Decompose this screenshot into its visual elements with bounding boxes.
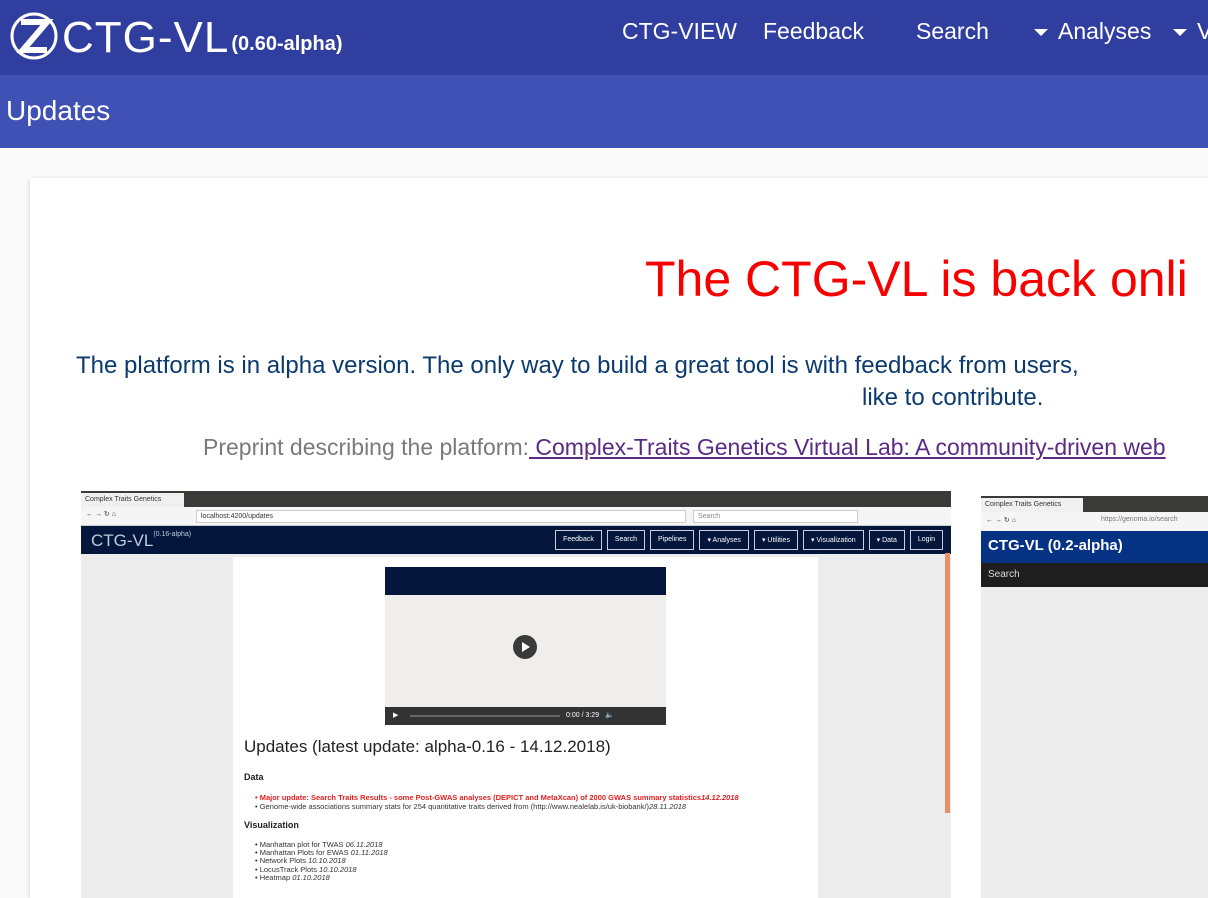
inner-nav-btn: ▾ Analyses <box>699 530 749 550</box>
version-label: (0.60-alpha) <box>231 33 343 55</box>
item-text: Major update: Search Traits Results - so… <box>259 793 702 802</box>
logo[interactable]: CTG-VL (0.60-alpha) <box>8 10 343 62</box>
url-bar: localhost:4200/updates <box>196 510 686 523</box>
item-text: Network Plots <box>259 856 309 865</box>
item-date: 10.10.2018 <box>308 856 346 865</box>
inner-nav-btn: ▾ Data <box>868 530 905 550</box>
screenshot-updates: Complex Traits Genetics ← → ↻ ⌂ localhost… <box>81 491 951 898</box>
caret-down-icon <box>1034 29 1048 37</box>
headline: The CTG-VL is back onli <box>645 251 1188 307</box>
updates-heading: Updates (latest update: alpha-0.16 - 14.… <box>244 737 611 756</box>
page-header: Updates <box>0 75 1208 148</box>
ctg-logo-icon <box>10 12 58 60</box>
nav-analyses-label: Analyses <box>1058 18 1152 44</box>
inner-version: (0.16-alpha) <box>153 531 192 538</box>
section-data: Data <box>244 772 264 782</box>
section-visualization: Visualization <box>244 820 299 830</box>
inner-nav-buttons: Feedback Search Pipelines ▾ Analyses ▾ Utili… <box>555 530 943 550</box>
inner-nav-btn: Feedback <box>555 530 602 550</box>
page-title: Updates <box>6 95 111 126</box>
content-card: The CTG-VL is back onli The platform is … <box>30 178 1208 898</box>
inner-title: CTG-VL (0.2-alpha) <box>981 531 1208 563</box>
video-player[interactable]: ▶ 0:00 / 3:29 🔈 <box>385 567 666 725</box>
browser-search: Search <box>693 510 858 523</box>
url-bar: https://genoma.io/search <box>1101 516 1178 523</box>
inner-logo-text: CTG-VL <box>91 531 154 550</box>
nav-feedback[interactable]: Feedback <box>763 18 864 45</box>
nav-search[interactable]: Search <box>916 18 989 45</box>
browser-nav-icons: ← → ↻ ⌂ <box>86 511 116 518</box>
top-navbar: CTG-VL (0.60-alpha) CTG-VIEW Feedback Se… <box>0 0 1208 75</box>
item-date: 14.12.2018 <box>701 793 739 802</box>
video-time: 0:00 / 3:29 <box>566 712 600 719</box>
item-text: Heatmap <box>259 873 293 882</box>
inner-logo: CTG-VL(0.16-alpha) <box>91 531 191 551</box>
inner-scrollbar <box>945 553 950 813</box>
play-icon[interactable] <box>513 635 537 659</box>
volume-icon: 🔈 <box>605 712 614 719</box>
item-date: 01.10.2018 <box>292 873 330 882</box>
play-small-icon: ▶ <box>393 712 399 719</box>
screenshot-search: Complex Traits Genetics ← → ↻ ⌂ https://g… <box>981 496 1208 898</box>
inner-nav-btn: ▾ Utilities <box>753 530 798 550</box>
preprint-line: Preprint describing the platform: Comple… <box>203 434 1166 461</box>
item-text: Genome-wide associations summary stats f… <box>259 802 650 811</box>
item-date: 28.11.2018 <box>649 802 687 811</box>
update-item: • Heatmap 01.10.2018 <box>255 873 330 882</box>
caret-down-icon <box>1173 29 1187 37</box>
intro-text-line1: The platform is in alpha version. The on… <box>76 352 1079 379</box>
intro-text-line2: like to contribute. <box>862 384 1044 411</box>
update-item: • Major update: Search Traits Results - … <box>255 793 739 802</box>
inner-nav-btn: Login <box>909 530 943 550</box>
nav-more-label: V <box>1197 18 1208 44</box>
nav-more[interactable]: V <box>1173 18 1208 45</box>
update-item: • Network Plots 10.10.2018 <box>255 856 346 865</box>
inner-nav-btn: Search <box>606 530 646 550</box>
browser-tab: Complex Traits Genetics <box>981 498 1083 512</box>
browser-nav-icons: ← → ↻ ⌂ <box>986 517 1016 524</box>
nav-ctg-view[interactable]: CTG-VIEW <box>622 18 737 45</box>
inner-page: ▶ 0:00 / 3:29 🔈 Updates (latest update: al… <box>233 557 818 898</box>
inner-subnav: Search <box>981 563 1208 587</box>
preprint-label: Preprint describing the platform: <box>203 434 529 460</box>
nav-analyses[interactable]: Analyses <box>1034 18 1151 45</box>
update-item: • Genome-wide associations summary stats… <box>255 802 687 811</box>
item-date: 01.11.2018 <box>350 848 388 857</box>
inner-nav-btn: Pipelines <box>650 530 695 550</box>
inner-nav-btn: ▾ Visualization <box>802 530 864 550</box>
logo-text: CTG-VL <box>62 13 230 62</box>
browser-tab: Complex Traits Genetics <box>81 493 184 507</box>
video-controls[interactable]: ▶ 0:00 / 3:29 🔈 <box>385 707 666 725</box>
preprint-link[interactable]: Complex-Traits Genetics Virtual Lab: A c… <box>529 434 1165 460</box>
